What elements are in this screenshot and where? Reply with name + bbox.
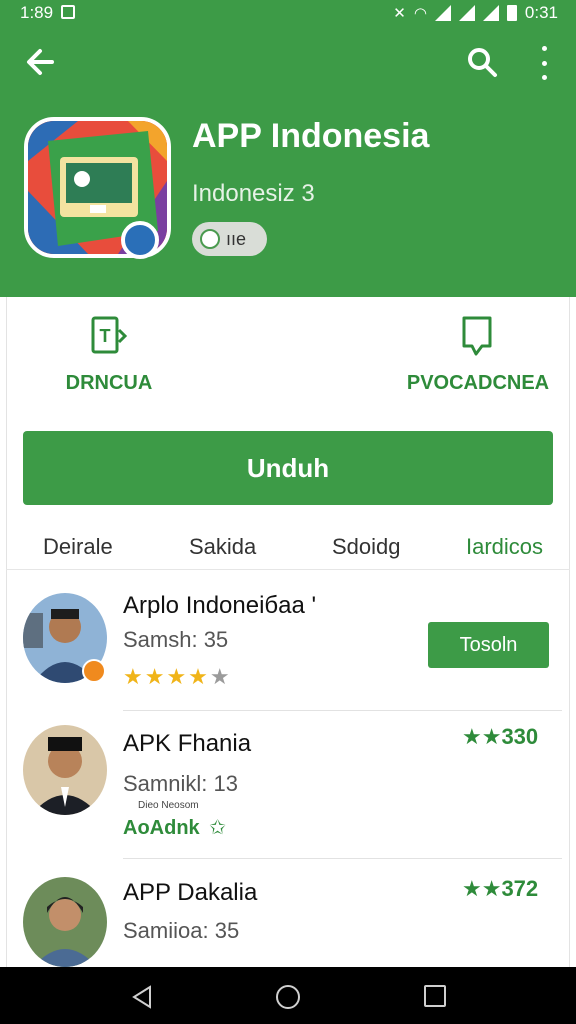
more-options-icon[interactable] xyxy=(532,46,556,80)
nav-home-icon[interactable] xyxy=(276,985,300,1009)
verified-badge-icon xyxy=(121,221,159,259)
tab-3[interactable]: Sdoidg xyxy=(332,534,401,560)
battery-time: 0:31 xyxy=(524,3,558,22)
stars-filled: ★★★★ xyxy=(123,664,210,689)
comment-icon xyxy=(462,316,492,356)
more-dot xyxy=(541,75,547,80)
list-item-note: Dieo Neosom xyxy=(138,800,199,811)
app-title: APP Indonesia xyxy=(192,117,430,155)
signal-icon xyxy=(434,5,451,21)
nav-recents-icon[interactable] xyxy=(424,985,446,1007)
status-icons: ✕ ◠ 0:31 xyxy=(393,3,558,23)
list-item-rating: ★★372 xyxy=(462,876,539,901)
list-item-title[interactable]: Arplo Indoneiбaa ' xyxy=(123,592,316,620)
wifi-icon: ◠ xyxy=(413,5,427,22)
signal-icon xyxy=(482,5,499,21)
list-item-title[interactable]: APK Fhania xyxy=(123,730,251,758)
action-left-label: DRNCUA xyxy=(65,372,153,394)
action-right[interactable]: PVOCADCNEA xyxy=(400,316,556,395)
more-dot xyxy=(541,60,547,66)
battery-icon xyxy=(506,5,517,21)
tab-4[interactable]: Iardicos xyxy=(466,534,543,560)
signal-icon xyxy=(458,5,475,21)
action-left[interactable]: T DRNCUA xyxy=(55,316,163,395)
notification-icon xyxy=(61,5,75,19)
star-outline-icon: ✩ xyxy=(209,817,226,839)
status-time: 1:89 xyxy=(20,3,54,22)
star-empty: ★ xyxy=(209,664,232,689)
list-item-link[interactable]: AoAdnk ✩ xyxy=(123,815,226,840)
avatar xyxy=(23,877,107,967)
link-label: AoAdnk xyxy=(123,817,200,839)
chip-label: ııe xyxy=(226,228,247,249)
list-item-subtitle: Samiioa: 35 xyxy=(123,918,240,943)
rating-icon xyxy=(200,229,220,249)
star-rating: ★★★★★ xyxy=(123,664,232,690)
search-icon[interactable] xyxy=(464,44,500,80)
content-rating-chip: ııe xyxy=(192,222,267,256)
list-item-title[interactable]: APP Dakalia xyxy=(123,879,257,907)
list-item-subtitle: Samnikl: 13 xyxy=(123,771,238,796)
back-arrow-icon[interactable] xyxy=(22,44,58,80)
download-button[interactable]: Unduh xyxy=(23,431,553,505)
edit-badge-icon xyxy=(82,659,106,683)
open-button[interactable]: Tosoln xyxy=(428,622,549,668)
tab-bar: Deirale Sakida Sdoidg Iardicos xyxy=(6,528,570,570)
divider xyxy=(123,710,562,711)
action-right-label: PVOCADCNEA xyxy=(406,372,550,394)
document-icon: T xyxy=(91,316,128,354)
tab-2[interactable]: Sakida xyxy=(189,534,256,560)
divider xyxy=(123,858,562,859)
more-dot xyxy=(541,46,547,51)
mute-icon: ✕ xyxy=(393,5,406,22)
avatar xyxy=(23,725,107,815)
app-developer[interactable]: Indonesiz 3 xyxy=(192,180,315,208)
tab-1[interactable]: Deirale xyxy=(43,534,113,560)
list-item-rating: ★★330 xyxy=(462,724,539,749)
svg-text:T: T xyxy=(100,326,111,346)
list-item-subtitle: Samsh: 35 xyxy=(123,627,229,652)
nav-back-icon[interactable] xyxy=(130,985,154,1009)
system-nav-bar xyxy=(0,967,576,1024)
status-bar: 1:89 ✕ ◠ 0:31 xyxy=(0,0,576,26)
